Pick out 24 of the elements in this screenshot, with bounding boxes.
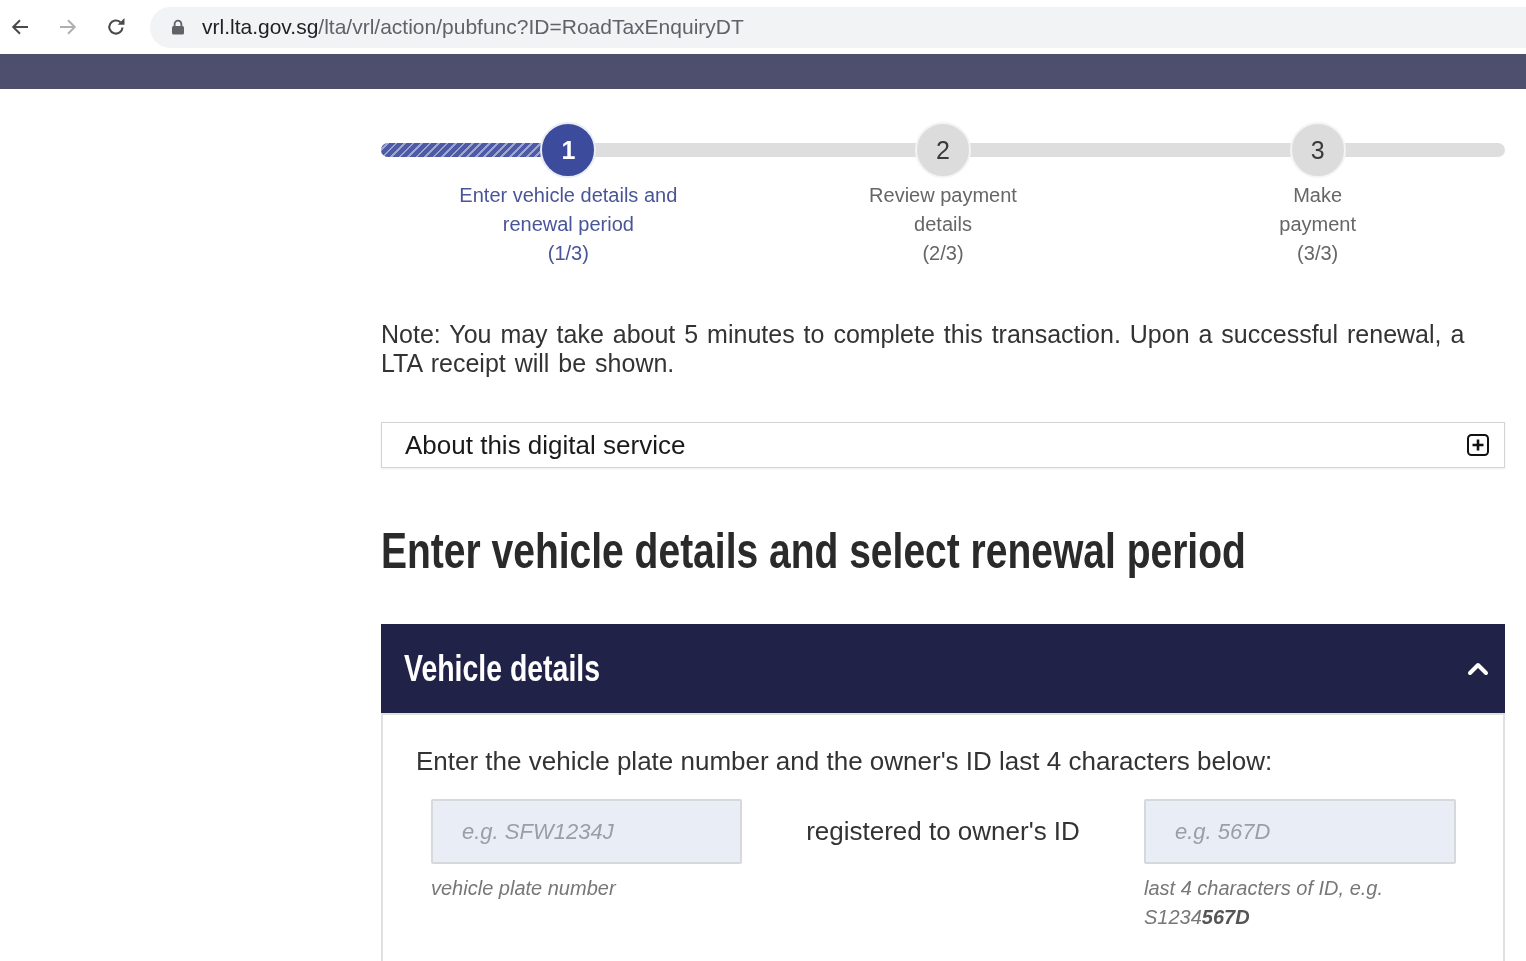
step-circle: 3 bbox=[1289, 122, 1346, 178]
note-text: Note: You may take about 5 minutes to complete this transaction. Upon a successful renewal, a LTA receipt will be shown. bbox=[381, 320, 1466, 378]
input-field[interactable]: e.g. 567D bbox=[1144, 799, 1456, 864]
field-hint: last 4 characters of ID, e.g. S1234567D bbox=[1144, 876, 1384, 930]
connector-text: registered to owner's ID bbox=[805, 816, 1081, 847]
step-counter: (3/3) bbox=[1297, 241, 1339, 266]
step-counter: (1/3) bbox=[547, 241, 589, 266]
step-label: Review payment details bbox=[869, 183, 1017, 237]
step-counter: (2/3) bbox=[922, 241, 964, 266]
step-circle: 1 bbox=[540, 122, 597, 178]
accordion-header[interactable]: Vehicle details bbox=[381, 624, 1505, 713]
instruction-text: Enter the vehicle plate number and the owner's ID last 4 characters below: bbox=[416, 746, 1274, 776]
step-circle: 2 bbox=[915, 122, 971, 178]
page-heading: Enter vehicle details and select renewal period bbox=[381, 523, 1246, 579]
arrow-left-icon bbox=[11, 18, 29, 36]
arrow-right-icon bbox=[59, 18, 77, 36]
lock-icon bbox=[171, 19, 185, 35]
address-bar[interactable]: vrl.lta.gov.sg/lta/vrl/action/pubfunc?ID=RoadTaxEnquiryDT bbox=[150, 6, 1526, 48]
step-label: Enter vehicle details and renewal period bbox=[459, 183, 678, 237]
reload-icon bbox=[106, 17, 126, 37]
accordion-header[interactable]: About this digital service bbox=[381, 422, 1505, 468]
step-label: Make payment bbox=[1279, 183, 1356, 237]
input-field[interactable]: e.g. SFW1234J bbox=[431, 799, 742, 864]
field-hint: vehicle plate number bbox=[431, 876, 618, 901]
